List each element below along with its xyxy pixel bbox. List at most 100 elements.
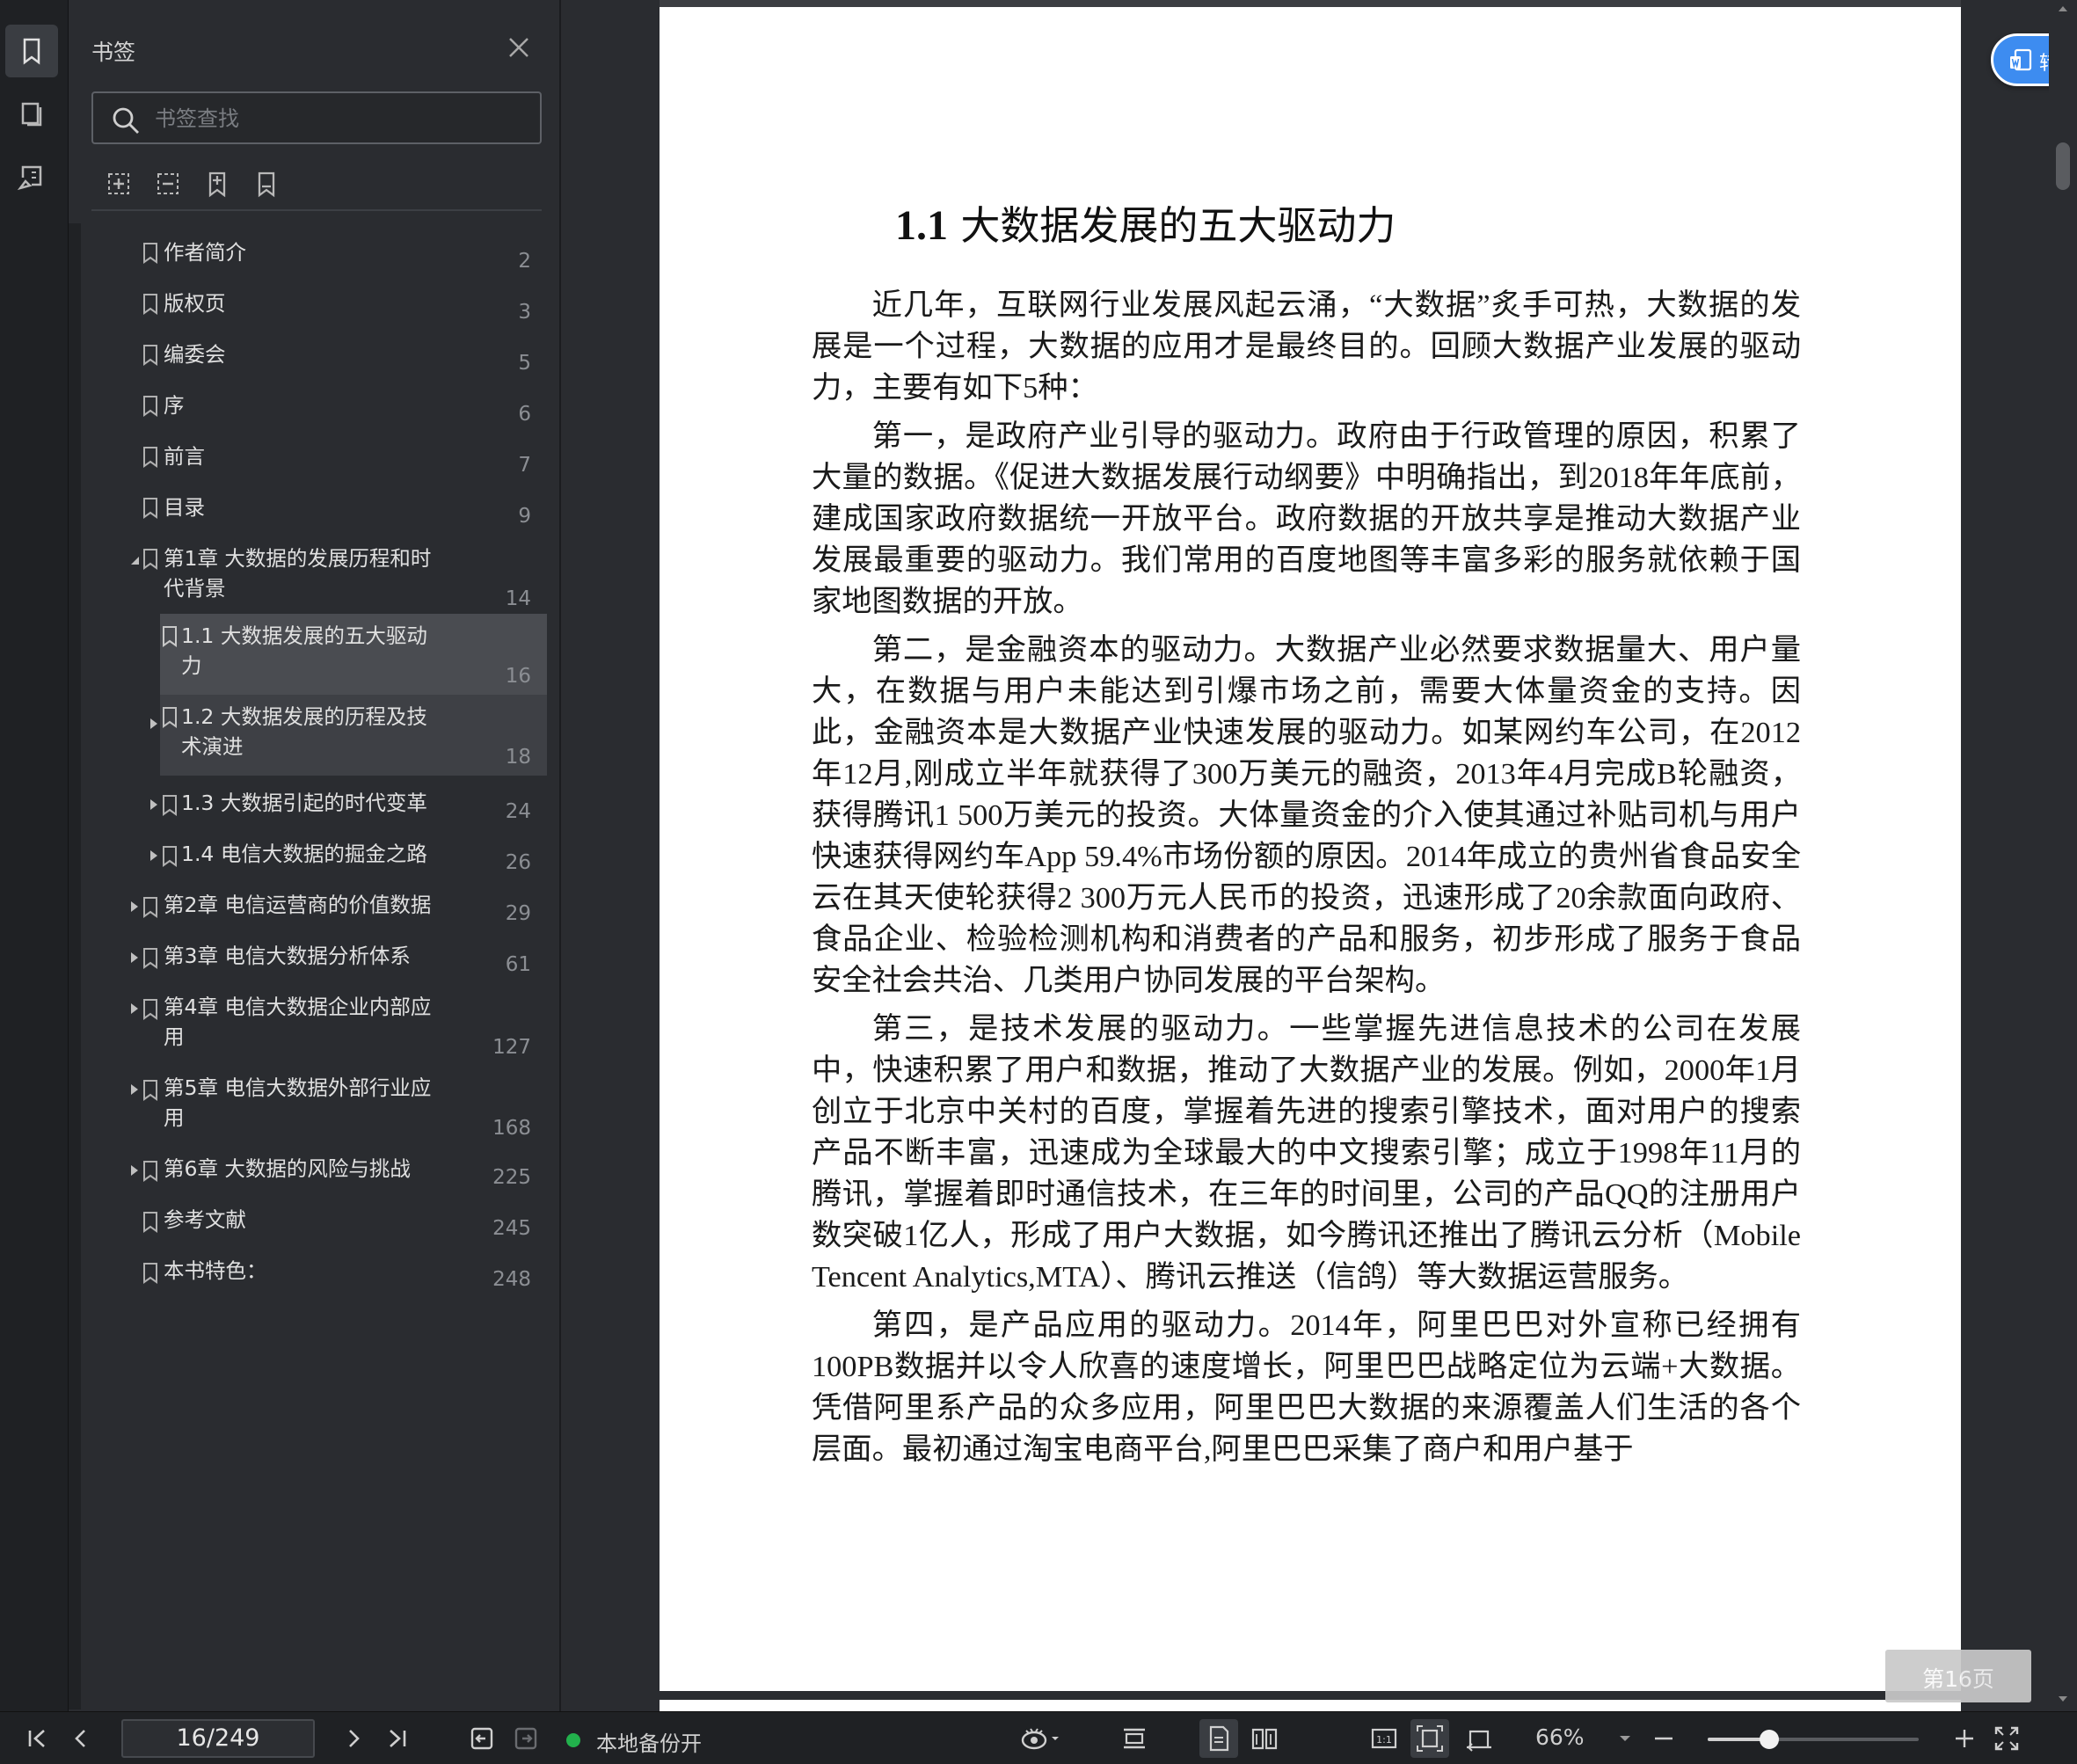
bookmark-label: 第4章 电信大数据企业内部应用: [164, 992, 431, 1052]
bookmark-item[interactable]: 第4章 电信大数据企业内部应用 127: [81, 987, 547, 1064]
bookmark-icon: [23, 38, 40, 65]
annotation-panel-button[interactable]: [5, 151, 58, 204]
bookmark-icon: [143, 1263, 157, 1284]
zoom-level[interactable]: 66%: [1535, 1724, 1585, 1750]
bookmark-item[interactable]: 第6章 大数据的风险与挑战 225: [81, 1148, 547, 1194]
expand-all-icon[interactable]: [102, 167, 135, 200]
zoom-slider-thumb[interactable]: [1759, 1730, 1779, 1749]
bookmark-item[interactable]: 第3章 电信大数据分析体系 61: [81, 936, 547, 981]
bookmark-item-selected[interactable]: 1.1 大数据发展的五大驱动力 16: [160, 614, 547, 695]
last-page-icon[interactable]: [382, 1723, 413, 1754]
zoom-out-icon[interactable]: [1648, 1723, 1680, 1754]
bookmark-item[interactable]: 1.2 大数据发展的历程及技 术演进 18: [150, 695, 547, 776]
caret-right-icon[interactable]: [128, 1164, 141, 1177]
label-line: 术演进: [181, 734, 244, 759]
scroll-down-icon[interactable]: [2056, 1692, 2070, 1706]
paragraph: 第三，是技术发展的驱动力。一些掌握先进信息技术的公司在发展中，快速积累了用户和数…: [812, 1012, 1801, 1294]
scrollbar-thumb[interactable]: [2056, 142, 2070, 190]
bookmark-item[interactable]: 1.4 电信大数据的掘金之路 26: [81, 834, 547, 879]
bookmark-icon: [143, 897, 157, 918]
label-line: 力: [181, 653, 202, 678]
sidebar-scrollbar[interactable]: [69, 223, 81, 1709]
page-edge: [660, 0, 1961, 7]
first-page-icon[interactable]: [21, 1723, 53, 1754]
backup-status[interactable]: 本地备份开: [596, 1726, 702, 1757]
forward-icon[interactable]: [510, 1723, 542, 1754]
bookmark-panel-button[interactable]: [5, 25, 58, 77]
fit-width-icon[interactable]: [1463, 1723, 1495, 1754]
bookmark-icon: [143, 498, 157, 519]
section-number: 1.1: [895, 202, 948, 249]
two-page-icon[interactable]: [1249, 1723, 1280, 1754]
bookmark-label: 第2章 电信运营商的价值数据: [164, 893, 432, 917]
collapse-all-icon[interactable]: [151, 167, 185, 200]
bookmark-item[interactable]: 序 6: [81, 387, 547, 427]
bookmark-item[interactable]: 目录 9: [81, 489, 547, 529]
bookmark-page: 9: [518, 505, 531, 528]
bookmark-page: 24: [505, 800, 531, 823]
bookmark-label: 1.4 电信大数据的掘金之路: [181, 842, 427, 866]
bookmark-label: 1.2 大数据发展的历程及技 术演进: [181, 702, 427, 762]
bookmark-item[interactable]: 第2章 电信运营商的价值数据 29: [81, 885, 547, 930]
caret-right-icon[interactable]: [148, 718, 160, 730]
add-bookmark-icon[interactable]: [200, 167, 234, 200]
page-view-button[interactable]: [1199, 1719, 1238, 1758]
bookmark-page: 2: [518, 250, 531, 273]
scroll-up-icon[interactable]: [2056, 2, 2070, 16]
fit-page-button[interactable]: [1410, 1719, 1449, 1758]
bookmark-item[interactable]: 本书特色： 248: [81, 1250, 547, 1296]
reader-app: 书签 作者简介 2 版权页 3: [0, 0, 2077, 1764]
bookmark-item[interactable]: 1.3 大数据引起的时代变革 24: [81, 783, 547, 828]
fit-page-icon: [1417, 1725, 1443, 1752]
bookmark-item[interactable]: 第5章 电信大数据外部行业应用 168: [81, 1068, 547, 1145]
caret-right-icon[interactable]: [128, 1002, 141, 1015]
bookmark-item[interactable]: 参考文献 245: [81, 1199, 547, 1245]
bookmark-item[interactable]: 前言 7: [81, 438, 547, 478]
back-icon[interactable]: [466, 1723, 498, 1754]
bookmark-label: 第3章 电信大数据分析体系: [164, 944, 411, 968]
search-input[interactable]: [155, 104, 524, 134]
close-icon[interactable]: [505, 33, 533, 62]
paragraph: 近几年，互联网行业发展风起云涌，“大数据”炙手可热，大数据的发展是一个过程，大数…: [812, 288, 1801, 405]
caret-down-icon[interactable]: [128, 554, 141, 566]
label-line: 代背景: [164, 576, 226, 601]
bookmark-item[interactable]: 编委会 5: [81, 336, 547, 376]
caret-right-icon[interactable]: [128, 951, 141, 964]
bookmark-label: 1.3 大数据引起的时代变革: [181, 791, 427, 815]
bookmark-page: 18: [505, 746, 531, 769]
bookmark-icon: [143, 999, 157, 1020]
caret-right-icon[interactable]: [128, 900, 141, 913]
bookmark-icon: [143, 1212, 157, 1233]
bookmark-label: 版权页: [164, 291, 226, 316]
bookmark-label: 第6章 大数据的风险与挑战: [164, 1156, 411, 1181]
single-page-icon[interactable]: [1119, 1723, 1150, 1754]
prev-page-icon[interactable]: [65, 1723, 97, 1754]
bookmark-page: 3: [518, 301, 531, 324]
caret-right-icon[interactable]: [148, 798, 160, 811]
bookmark-item[interactable]: 作者简介 2: [81, 234, 547, 274]
zoom-dropdown-icon[interactable]: [1614, 1723, 1636, 1754]
bookmark-icon: [143, 1161, 157, 1182]
bookmark-outline-icon[interactable]: [250, 167, 283, 200]
actual-size-icon[interactable]: 1:1: [1368, 1723, 1400, 1754]
thumbnail-panel-button[interactable]: [5, 88, 58, 141]
bookmark-item-chapter1[interactable]: 第1章 大数据的发展历程和时 代背景 14: [81, 540, 547, 614]
bookmark-item[interactable]: 版权页 3: [81, 285, 547, 325]
bookmark-page: 5: [518, 352, 531, 375]
bookmark-toolbar: [91, 164, 542, 211]
thumbnail-icon: [21, 102, 42, 127]
page-indicator[interactable]: 16/249: [121, 1719, 315, 1758]
page-body: 近几年，互联网行业发展风起云涌，“大数据”炙手可热，大数据的发展是一个过程，大数…: [812, 285, 1801, 1477]
document-viewer[interactable]: 1.1 大数据发展的五大驱动力 近几年，互联网行业发展风起云涌，“大数据”炙手可…: [563, 0, 2077, 1711]
caret-right-icon[interactable]: [148, 849, 160, 862]
zoom-in-icon[interactable]: [1949, 1723, 1980, 1754]
next-page-icon[interactable]: [338, 1723, 369, 1754]
zoom-slider[interactable]: [1708, 1738, 1919, 1741]
document-page: 1.1 大数据发展的五大驱动力 近几年，互联网行业发展风起云涌，“大数据”炙手可…: [660, 7, 2077, 1691]
fullscreen-icon[interactable]: [1991, 1723, 2022, 1754]
document-scrollbar[interactable]: [2049, 0, 2077, 1711]
bookmark-icon: [143, 396, 157, 417]
bookmark-icon: [143, 447, 157, 468]
eye-icon[interactable]: [1018, 1723, 1060, 1754]
caret-right-icon[interactable]: [128, 1083, 141, 1096]
